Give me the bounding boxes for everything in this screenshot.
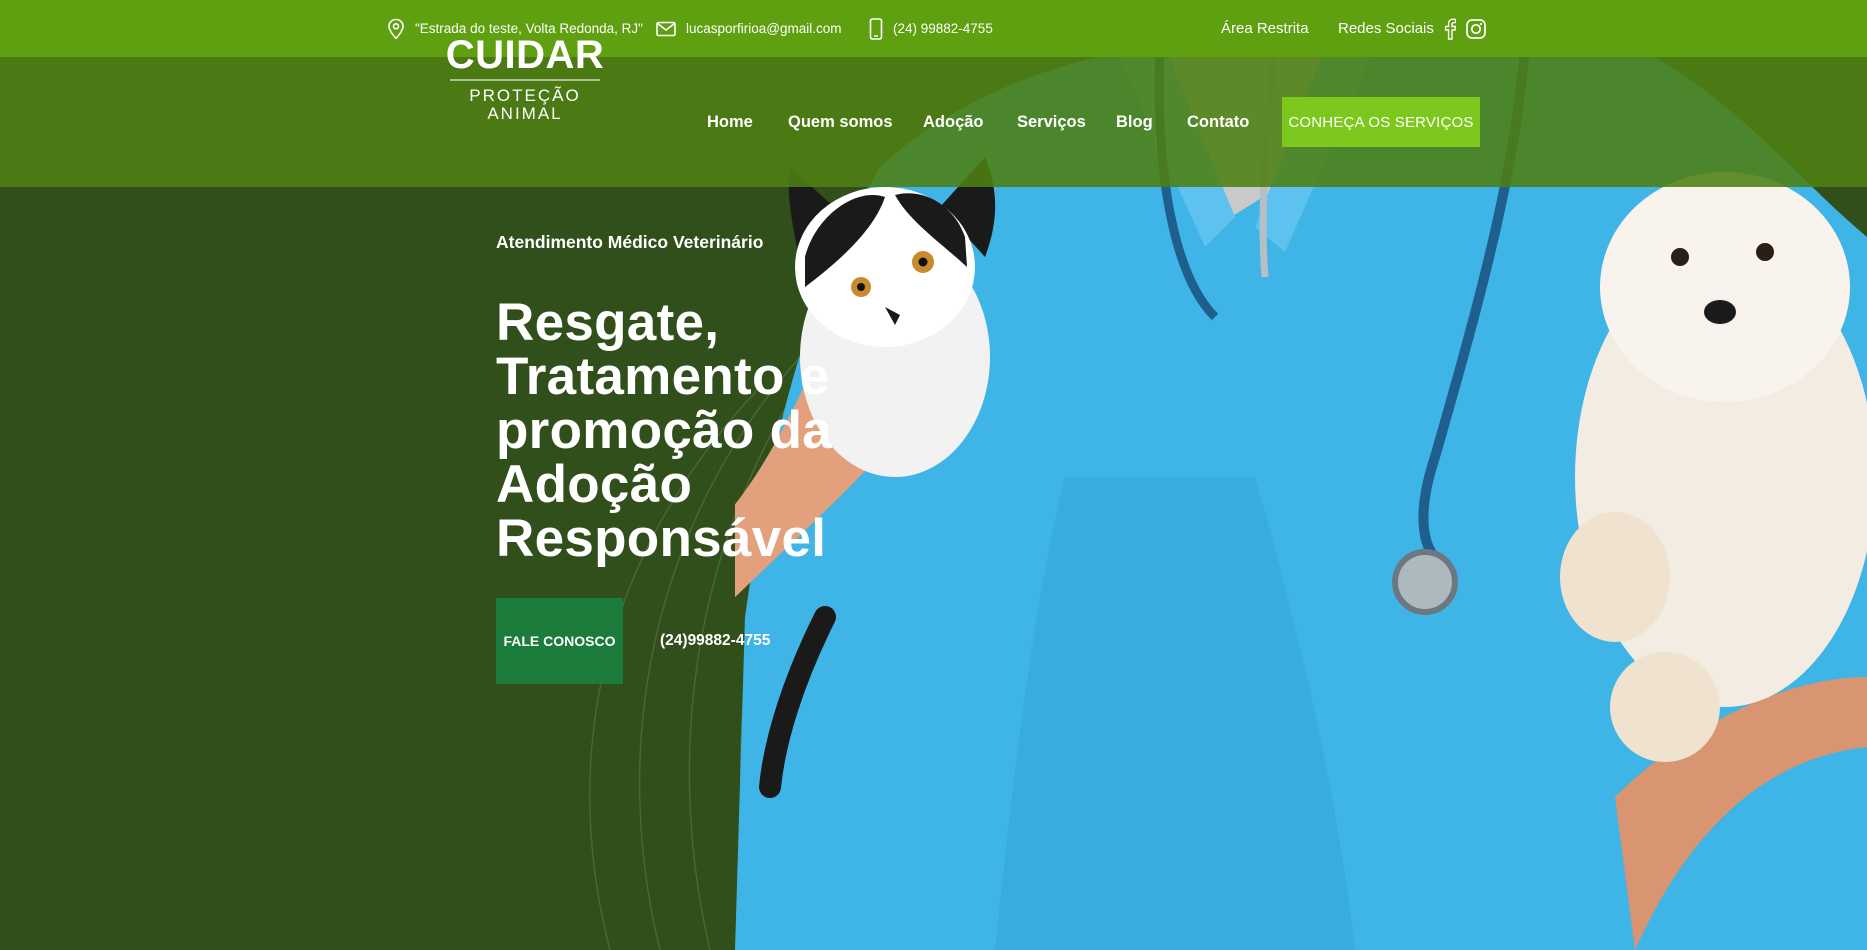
hero-phone[interactable]: (24)99882-4755 [660,632,770,650]
nav-item-contato[interactable]: Contato [1187,113,1249,132]
nav-item-quem-somos[interactable]: Quem somos [788,113,893,132]
restricted-area-label[interactable]: Área Restrita [1221,20,1309,37]
hero-photo-vet-with-pets [735,57,1867,950]
nav-item-home[interactable]: Home [707,113,753,132]
map-pin-icon [387,18,405,40]
facebook-icon[interactable] [1444,17,1456,40]
phone-text[interactable]: (24) 99882-4755 [893,21,993,36]
social-links: Redes Sociais [1338,0,1486,57]
hero-kicker: Atendimento Médico Veterinário [496,232,764,252]
nav-menu: Home Quem somos Adoção Serviços Blog Con… [0,57,1867,187]
restricted-area-link[interactable]: Área Restrita [1221,0,1309,57]
contact-us-button[interactable]: FALE CONOSCO [496,598,623,684]
smartphone-icon [869,17,883,40]
nav-item-servicos[interactable]: Serviços [1017,113,1086,132]
nav-item-blog[interactable]: Blog [1116,113,1153,132]
email-text[interactable]: lucasporfirioa@gmail.com [686,21,842,36]
hero-headline: Resgate, Tratamento e promoção da Adoção… [496,293,833,568]
top-info-bar: "Estrada do teste, Volta Redonda, RJ" lu… [0,0,1867,57]
hero-section [0,57,1867,950]
services-cta-button[interactable]: CONHEÇA OS SERVIÇOS [1282,97,1480,147]
email-item[interactable]: lucasporfirioa@gmail.com [656,0,842,57]
envelope-icon [656,21,676,37]
social-label: Redes Sociais [1338,20,1434,37]
nav-item-adocao[interactable]: Adoção [923,113,984,132]
phone-item[interactable]: (24) 99882-4755 [869,0,993,57]
instagram-icon[interactable] [1466,18,1486,39]
